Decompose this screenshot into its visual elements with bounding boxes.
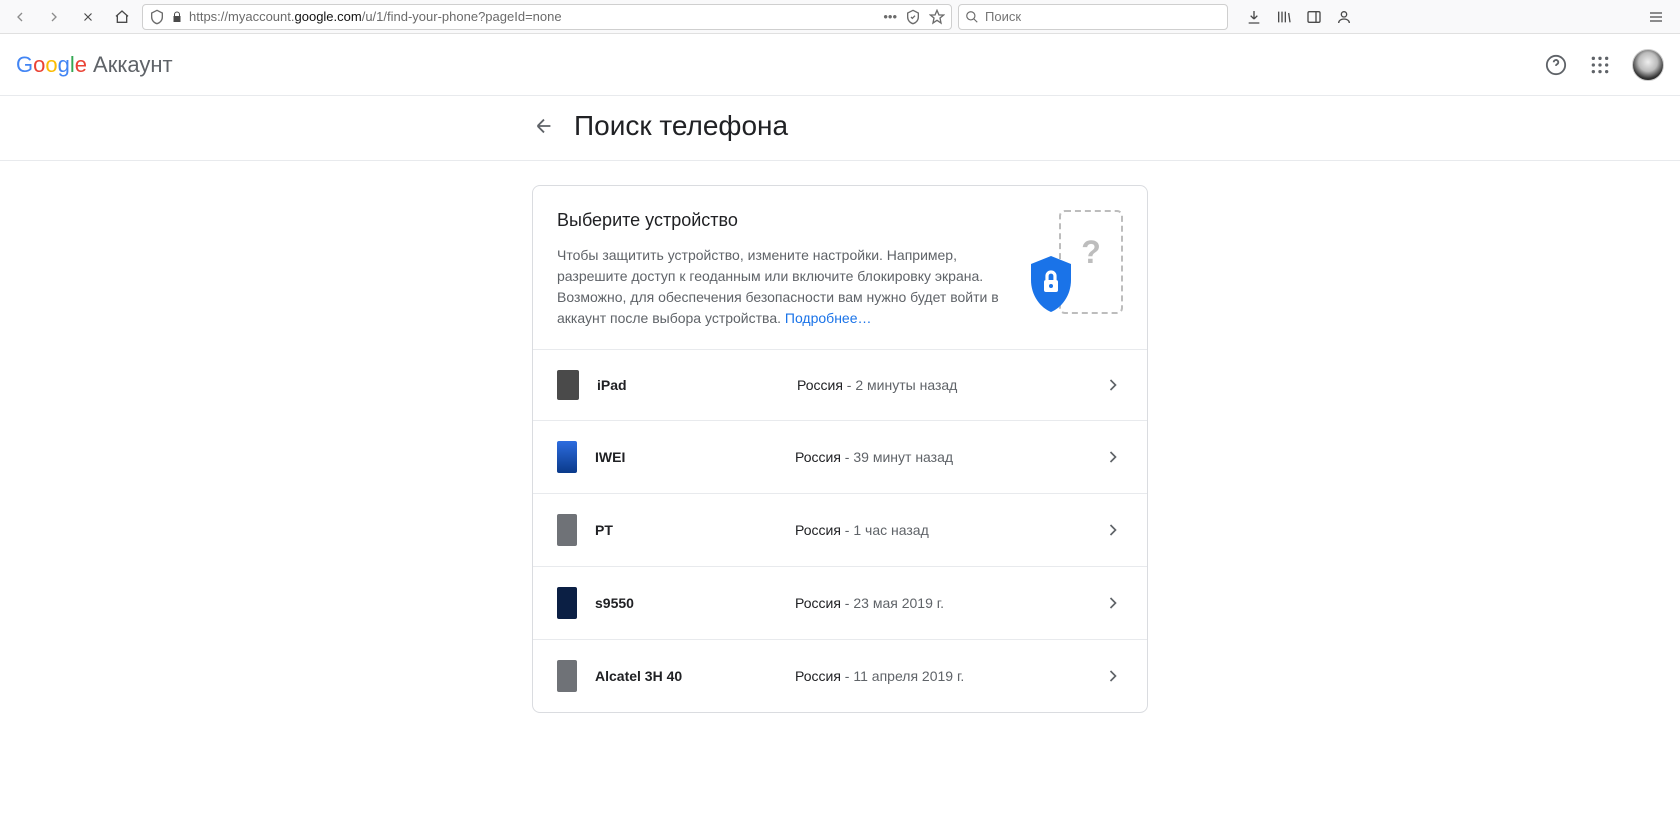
back-button[interactable] <box>6 3 34 31</box>
device-row[interactable]: Alcatel 3H 40Россия - 11 апреля 2019 г. <box>533 639 1147 712</box>
device-time: 39 минут назад <box>853 449 953 465</box>
browser-right-tools <box>1246 9 1352 25</box>
url-domain: google.com <box>295 9 362 24</box>
device-thumbnail <box>557 514 577 546</box>
shield-info-icon[interactable] <box>149 9 165 25</box>
device-time: 11 апреля 2019 г. <box>853 668 964 684</box>
page-title: Поиск телефона <box>574 110 788 142</box>
device-location: Россия <box>795 449 841 465</box>
device-location: Россия <box>795 668 841 684</box>
meta-separator: - <box>841 449 853 465</box>
chevron-right-icon <box>1103 520 1123 540</box>
device-meta: Россия - 39 минут назад <box>795 449 1103 465</box>
device-thumbnail <box>557 660 577 692</box>
card-header: Выберите устройство Чтобы защитить устро… <box>533 186 1147 349</box>
forward-button[interactable] <box>40 3 68 31</box>
page-title-row: Поиск телефона <box>532 110 1148 142</box>
device-row[interactable]: IWEIРоссия - 39 минут назад <box>533 420 1147 493</box>
search-icon <box>965 10 979 24</box>
bookmark-star-icon[interactable] <box>929 9 945 25</box>
device-location: Россия <box>795 595 841 611</box>
device-time: 1 час назад <box>853 522 928 538</box>
page-actions-icon[interactable]: ••• <box>883 9 897 24</box>
device-thumbnail <box>557 441 577 473</box>
header-divider <box>0 160 1680 161</box>
chevron-right-icon <box>1103 375 1123 395</box>
device-location: Россия <box>795 522 841 538</box>
url-prefix: https://myaccount. <box>189 9 295 24</box>
chevron-right-icon <box>1103 593 1123 613</box>
help-icon[interactable] <box>1544 53 1568 77</box>
user-avatar[interactable] <box>1632 49 1664 81</box>
meta-separator: - <box>841 668 853 684</box>
chevron-right-icon <box>1103 666 1123 686</box>
browser-search-input[interactable] <box>985 9 1221 24</box>
google-logo[interactable]: Google Аккаунт <box>16 52 173 78</box>
library-icon[interactable] <box>1276 9 1292 25</box>
hamburger-menu-icon[interactable] <box>1642 3 1670 31</box>
url-text: https://myaccount.google.com/u/1/find-yo… <box>189 9 877 24</box>
back-arrow-icon[interactable] <box>532 114 556 138</box>
downloads-icon[interactable] <box>1246 9 1262 25</box>
url-suffix: /u/1/find-your-phone?pageId=none <box>362 9 562 24</box>
device-time: 2 минуты назад <box>855 377 957 393</box>
card-illustration: ? <box>1027 210 1123 322</box>
device-list: iPadРоссия - 2 минуты назадIWEIРоссия - … <box>533 349 1147 712</box>
learn-more-link[interactable]: Подробнее… <box>785 310 872 326</box>
device-name: PT <box>595 522 795 538</box>
device-row[interactable]: s9550Россия - 23 мая 2019 г. <box>533 566 1147 639</box>
device-meta: Россия - 11 апреля 2019 г. <box>795 668 1103 684</box>
google-wordmark: Google <box>16 52 87 78</box>
chevron-right-icon <box>1103 447 1123 467</box>
device-row[interactable]: iPadРоссия - 2 минуты назад <box>533 349 1147 420</box>
device-name: iPad <box>597 377 797 393</box>
device-meta: Россия - 23 мая 2019 г. <box>795 595 1103 611</box>
device-location: Россия <box>797 377 843 393</box>
card-heading: Выберите устройство <box>557 210 1007 231</box>
device-name: Alcatel 3H 40 <box>595 668 795 684</box>
stop-button[interactable] <box>74 3 102 31</box>
device-meta: Россия - 1 час назад <box>795 522 1103 538</box>
meta-separator: - <box>841 522 853 538</box>
device-row[interactable]: PTРоссия - 1 час назад <box>533 493 1147 566</box>
home-button[interactable] <box>108 3 136 31</box>
browser-toolbar: https://myaccount.google.com/u/1/find-yo… <box>0 0 1680 34</box>
device-name: IWEI <box>595 449 795 465</box>
meta-separator: - <box>843 377 855 393</box>
device-card: Выберите устройство Чтобы защитить устро… <box>532 185 1148 713</box>
device-thumbnail <box>557 587 577 619</box>
card-description-text: Чтобы защитить устройство, измените наст… <box>557 247 999 326</box>
security-shield-icon <box>1027 256 1075 312</box>
sidebar-icon[interactable] <box>1306 9 1322 25</box>
tracking-protection-icon[interactable] <box>905 9 921 25</box>
device-thumbnail <box>557 370 579 400</box>
device-time: 23 мая 2019 г. <box>853 595 944 611</box>
apps-grid-icon[interactable] <box>1588 53 1612 77</box>
account-word: Аккаунт <box>93 52 173 78</box>
lock-icon <box>171 11 183 23</box>
meta-separator: - <box>841 595 853 611</box>
profile-icon[interactable] <box>1336 9 1352 25</box>
device-name: s9550 <box>595 595 795 611</box>
google-header: Google Аккаунт <box>0 34 1680 96</box>
browser-search-box[interactable] <box>958 4 1228 30</box>
device-meta: Россия - 2 минуты назад <box>797 377 1103 393</box>
card-description: Чтобы защитить устройство, измените наст… <box>557 245 1007 329</box>
address-bar[interactable]: https://myaccount.google.com/u/1/find-yo… <box>142 4 952 30</box>
page-content: Поиск телефона Выберите устройство Чтобы… <box>0 96 1680 713</box>
